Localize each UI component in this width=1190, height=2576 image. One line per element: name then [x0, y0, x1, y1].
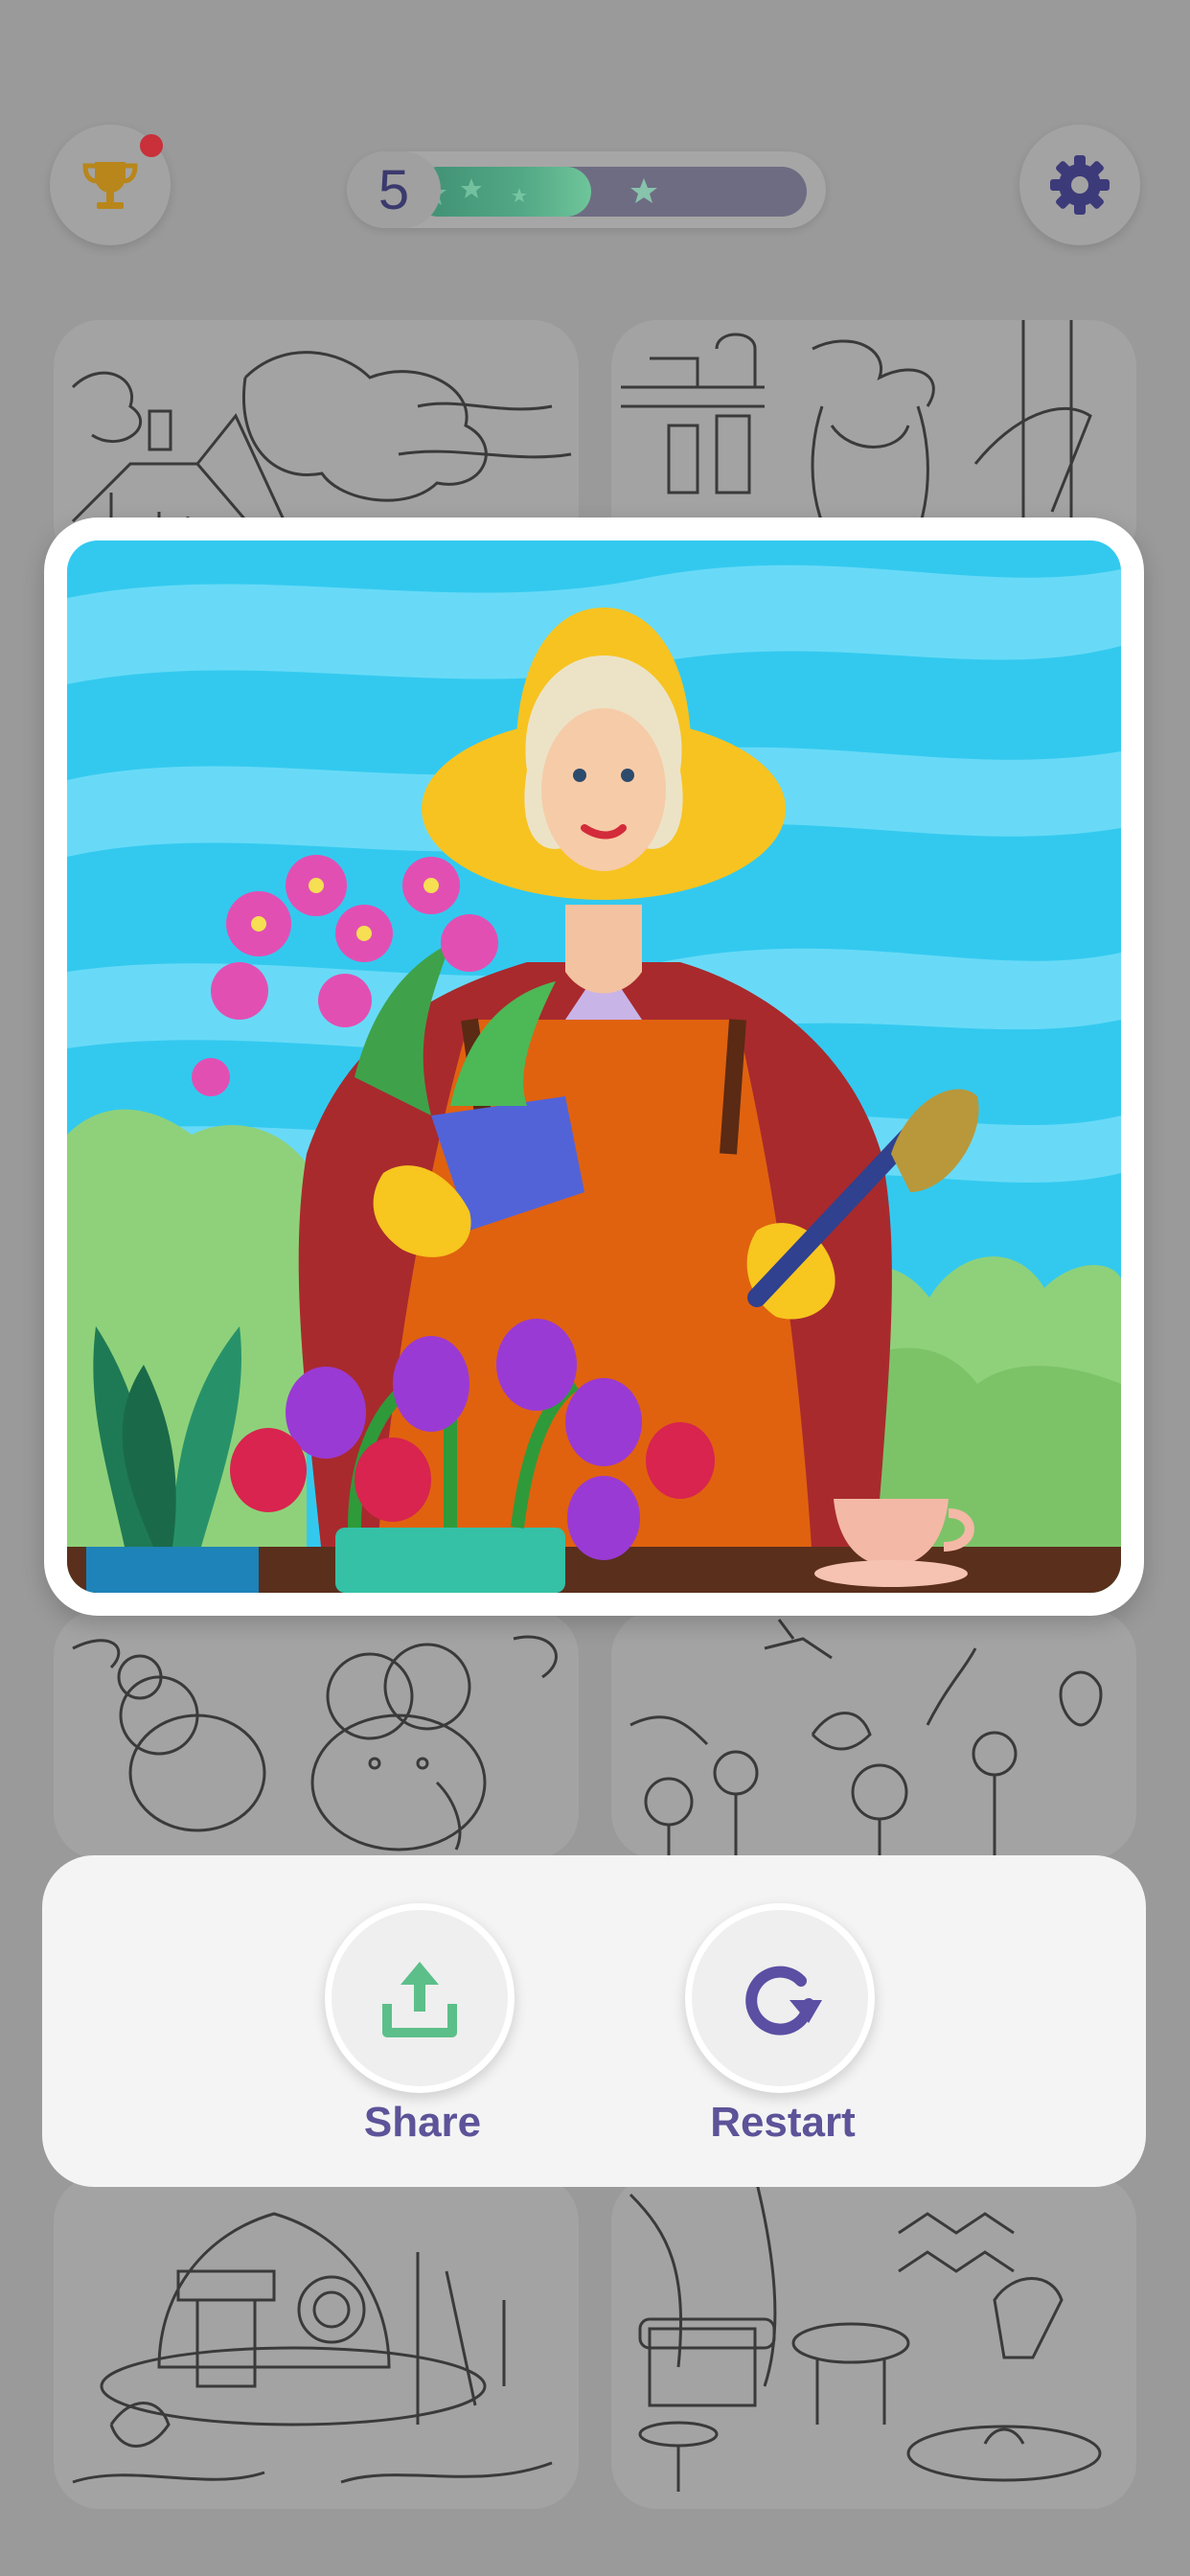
restart-icon: [745, 1966, 822, 2036]
share-label: Share: [363, 2099, 482, 2146]
level-progress: 5: [347, 151, 826, 228]
cozy-room-drawing: [629, 2175, 1102, 2492]
completion-action-sheet: Share Restart: [42, 1855, 1146, 2187]
gallery-tile-cozy-room[interactable]: [611, 2175, 1136, 2509]
fairy-house-drawing: [72, 2212, 553, 2484]
trophy-icon: [82, 162, 138, 209]
gardener-illustration: [67, 540, 1121, 1593]
trophy-button[interactable]: [50, 125, 171, 245]
progress-stars-icon: [420, 178, 657, 205]
featured-artwork: [67, 540, 1121, 1593]
gallery-tile-flowers[interactable]: [611, 1610, 1136, 1859]
flowers-and-bird-drawing: [629, 1619, 1103, 1859]
settings-button[interactable]: [1019, 125, 1140, 245]
share-button[interactable]: [325, 1903, 515, 2093]
gallery-tile-fairy-house[interactable]: [54, 2175, 579, 2509]
mice-drawing: [72, 1635, 558, 1852]
featured-artwork-card[interactable]: [44, 518, 1144, 1616]
level-progress-track: [414, 167, 807, 217]
level-number: 5: [347, 151, 441, 228]
gallery-tile-mice[interactable]: [54, 1610, 579, 1859]
restart-button[interactable]: [685, 1903, 875, 2093]
share-icon: [382, 1962, 457, 2037]
gear-icon: [1050, 155, 1110, 215]
restart-label: Restart: [710, 2099, 856, 2146]
notification-dot: [140, 134, 163, 157]
